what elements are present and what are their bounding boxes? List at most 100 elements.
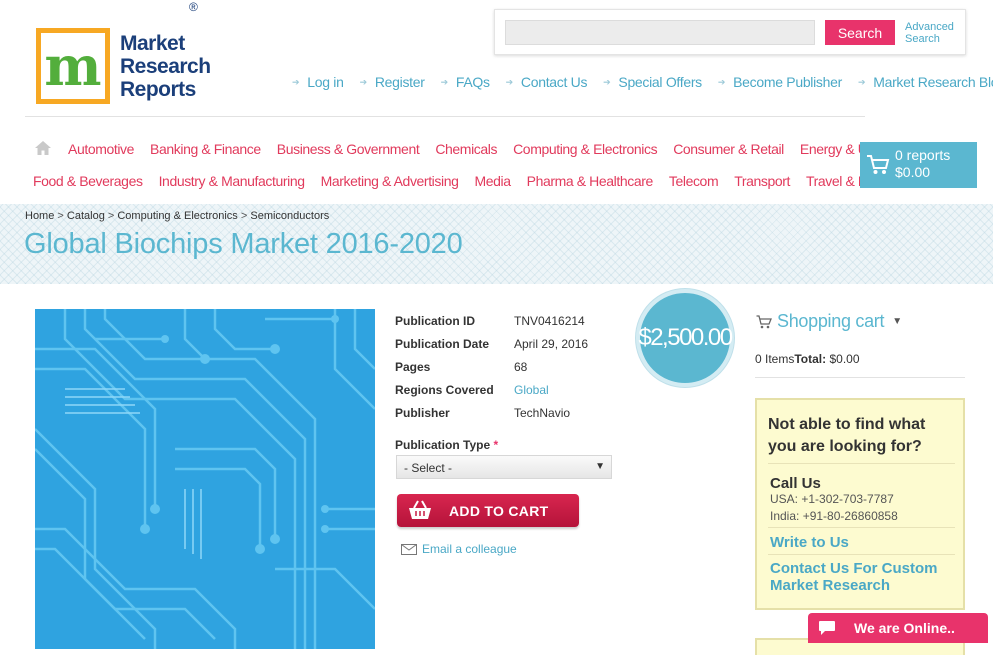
detail-label: Publisher bbox=[395, 405, 450, 420]
category-marketing-advertising[interactable]: Marketing & Advertising bbox=[321, 173, 459, 189]
link-arrow-icon: ➔ bbox=[292, 76, 300, 87]
advanced-search-link[interactable]: Advanced Search bbox=[905, 21, 954, 45]
blog-label: Market Research Blog bbox=[873, 74, 993, 90]
breadcrumb-semiconductors[interactable]: Semiconductors bbox=[250, 210, 329, 222]
become-publisher-link[interactable]: ➔ Become Publisher bbox=[718, 74, 842, 90]
circuit-board-illustration bbox=[35, 309, 375, 649]
link-arrow-icon: ➔ bbox=[359, 76, 368, 87]
search-input[interactable] bbox=[505, 20, 815, 45]
category-nav-row-1: Automotive Banking & Finance Business & … bbox=[68, 141, 900, 157]
shopping-cart-toggle[interactable]: Shopping cart ▼ bbox=[756, 311, 902, 332]
shopping-cart-summary: 0 ItemsTotal: $0.00 bbox=[755, 352, 860, 366]
detail-value: April 29, 2016 bbox=[514, 336, 589, 351]
top-links: ➔ Log in ➔ Register ➔ FAQs ➔ Contact Us ➔ Spe… bbox=[292, 74, 993, 90]
category-transport[interactable]: Transport bbox=[734, 173, 790, 189]
category-chemicals[interactable]: Chemicals bbox=[435, 141, 497, 157]
detail-label: Publication ID bbox=[395, 313, 476, 328]
chevron-down-icon: ▼ bbox=[892, 316, 902, 327]
category-food-beverages[interactable]: Food & Beverages bbox=[33, 173, 143, 189]
link-arrow-icon: ➔ bbox=[505, 76, 514, 87]
blog-link[interactable]: ➔ Market Research Blog bbox=[858, 74, 993, 90]
required-mark: * bbox=[493, 438, 499, 452]
category-banking-finance[interactable]: Banking & Finance bbox=[150, 141, 261, 157]
detail-row-regions: Regions Covered Global bbox=[395, 378, 588, 401]
category-automotive[interactable]: Automotive bbox=[68, 141, 134, 157]
detail-row-publication-id: Publication ID TNV0416214 bbox=[395, 309, 588, 332]
login-label: Log in bbox=[307, 74, 344, 90]
call-us-title: Call Us bbox=[770, 475, 821, 492]
logo-letter: m bbox=[41, 33, 105, 99]
breadcrumb-separator: > bbox=[104, 210, 118, 222]
breadcrumb-catalog[interactable]: Catalog bbox=[67, 210, 105, 222]
live-chat-button[interactable]: We are Online.. bbox=[808, 613, 988, 643]
detail-row-publisher: Publisher TechNavio bbox=[395, 401, 588, 424]
envelope-icon bbox=[401, 543, 417, 555]
price-badge: $2,500.00 bbox=[636, 289, 734, 387]
shopping-cart-icon bbox=[756, 314, 772, 328]
contact-us-link[interactable]: ➔ Contact Us bbox=[506, 74, 588, 90]
link-arrow-icon: ➔ bbox=[717, 76, 726, 87]
page-title: Global Biochips Market 2016-2020 bbox=[24, 228, 463, 260]
help-divider bbox=[768, 527, 955, 528]
category-computing-electronics[interactable]: Computing & Electronics bbox=[513, 141, 657, 157]
faqs-label: FAQs bbox=[455, 74, 490, 90]
cart-divider bbox=[755, 377, 965, 378]
help-box: Not able to find what you are looking fo… bbox=[755, 398, 965, 610]
chevron-down-icon: ▼ bbox=[595, 461, 605, 472]
detail-value: 68 bbox=[514, 359, 528, 374]
link-arrow-icon: ➔ bbox=[603, 76, 611, 87]
registered-mark: ® bbox=[189, 0, 198, 14]
phone-india: India: +91-80-26860858 bbox=[770, 509, 898, 523]
header-cart-button[interactable]: 0 reports $0.00 bbox=[860, 142, 977, 188]
publication-type-select[interactable]: - Select - ▼ bbox=[396, 455, 612, 479]
special-offers-link[interactable]: ➔ Special Offers bbox=[603, 74, 702, 90]
faqs-link[interactable]: ➔ FAQs bbox=[441, 74, 490, 90]
logo-line-3: Reports bbox=[120, 77, 196, 101]
live-chat-label: We are Online.. bbox=[854, 620, 955, 636]
logo[interactable]: m Market Research Reports bbox=[36, 28, 211, 104]
category-media[interactable]: Media bbox=[474, 173, 511, 189]
breadcrumb-separator: > bbox=[54, 210, 67, 222]
breadcrumb-computing-electronics[interactable]: Computing & Electronics bbox=[117, 210, 237, 222]
link-arrow-icon: ➔ bbox=[440, 76, 449, 87]
breadcrumb: Home > Catalog > Computing & Electronics… bbox=[25, 210, 329, 222]
header-cart-total: $0.00 bbox=[895, 164, 931, 180]
category-business-government[interactable]: Business & Government bbox=[277, 141, 420, 157]
help-question: Not able to find what you are looking fo… bbox=[768, 416, 926, 455]
product-image bbox=[35, 309, 375, 649]
detail-value: TNV0416214 bbox=[514, 313, 585, 328]
basket-icon bbox=[409, 500, 431, 519]
add-to-cart-button[interactable]: ADD TO CART bbox=[397, 494, 579, 527]
category-pharma-healthcare[interactable]: Pharma & Healthcare bbox=[527, 173, 654, 189]
home-icon[interactable] bbox=[34, 140, 52, 156]
add-to-cart-label: ADD TO CART bbox=[449, 503, 549, 519]
write-to-us-link[interactable]: Write to Us bbox=[770, 534, 849, 551]
detail-row-pages: Pages 68 bbox=[395, 355, 588, 378]
help-divider bbox=[768, 554, 955, 555]
advanced-search-line-2: Search bbox=[905, 33, 940, 45]
cart-icon bbox=[867, 155, 890, 174]
cart-total-label: Total: bbox=[794, 352, 827, 366]
shopping-cart-title: Shopping cart bbox=[777, 311, 885, 331]
search-button[interactable]: Search bbox=[825, 20, 895, 45]
chat-bubble-icon bbox=[819, 621, 835, 635]
cart-total-value: $0.00 bbox=[829, 352, 860, 366]
email-colleague-link[interactable]: Email a colleague bbox=[401, 542, 517, 556]
logo-mark: m bbox=[36, 28, 110, 104]
category-telecom[interactable]: Telecom bbox=[669, 173, 719, 189]
special-offers-label: Special Offers bbox=[618, 74, 702, 90]
region-link[interactable]: Global bbox=[514, 383, 549, 397]
register-link[interactable]: ➔ Register bbox=[360, 74, 425, 90]
category-industry-manufacturing[interactable]: Industry & Manufacturing bbox=[159, 173, 305, 189]
become-publisher-label: Become Publisher bbox=[733, 74, 842, 90]
login-link[interactable]: ➔ Log in bbox=[292, 74, 344, 90]
detail-row-publication-date: Publication Date April 29, 2016 bbox=[395, 332, 588, 355]
logo-line-2: Research bbox=[120, 54, 211, 78]
breadcrumb-separator: > bbox=[237, 210, 251, 222]
logo-text: Market Research Reports bbox=[120, 32, 211, 101]
category-consumer-retail[interactable]: Consumer & Retail bbox=[673, 141, 784, 157]
email-colleague-label: Email a colleague bbox=[422, 542, 517, 556]
custom-research-link[interactable]: Contact Us For Custom Market Research bbox=[770, 560, 960, 594]
breadcrumb-home[interactable]: Home bbox=[25, 210, 54, 222]
detail-label: Pages bbox=[395, 359, 431, 374]
